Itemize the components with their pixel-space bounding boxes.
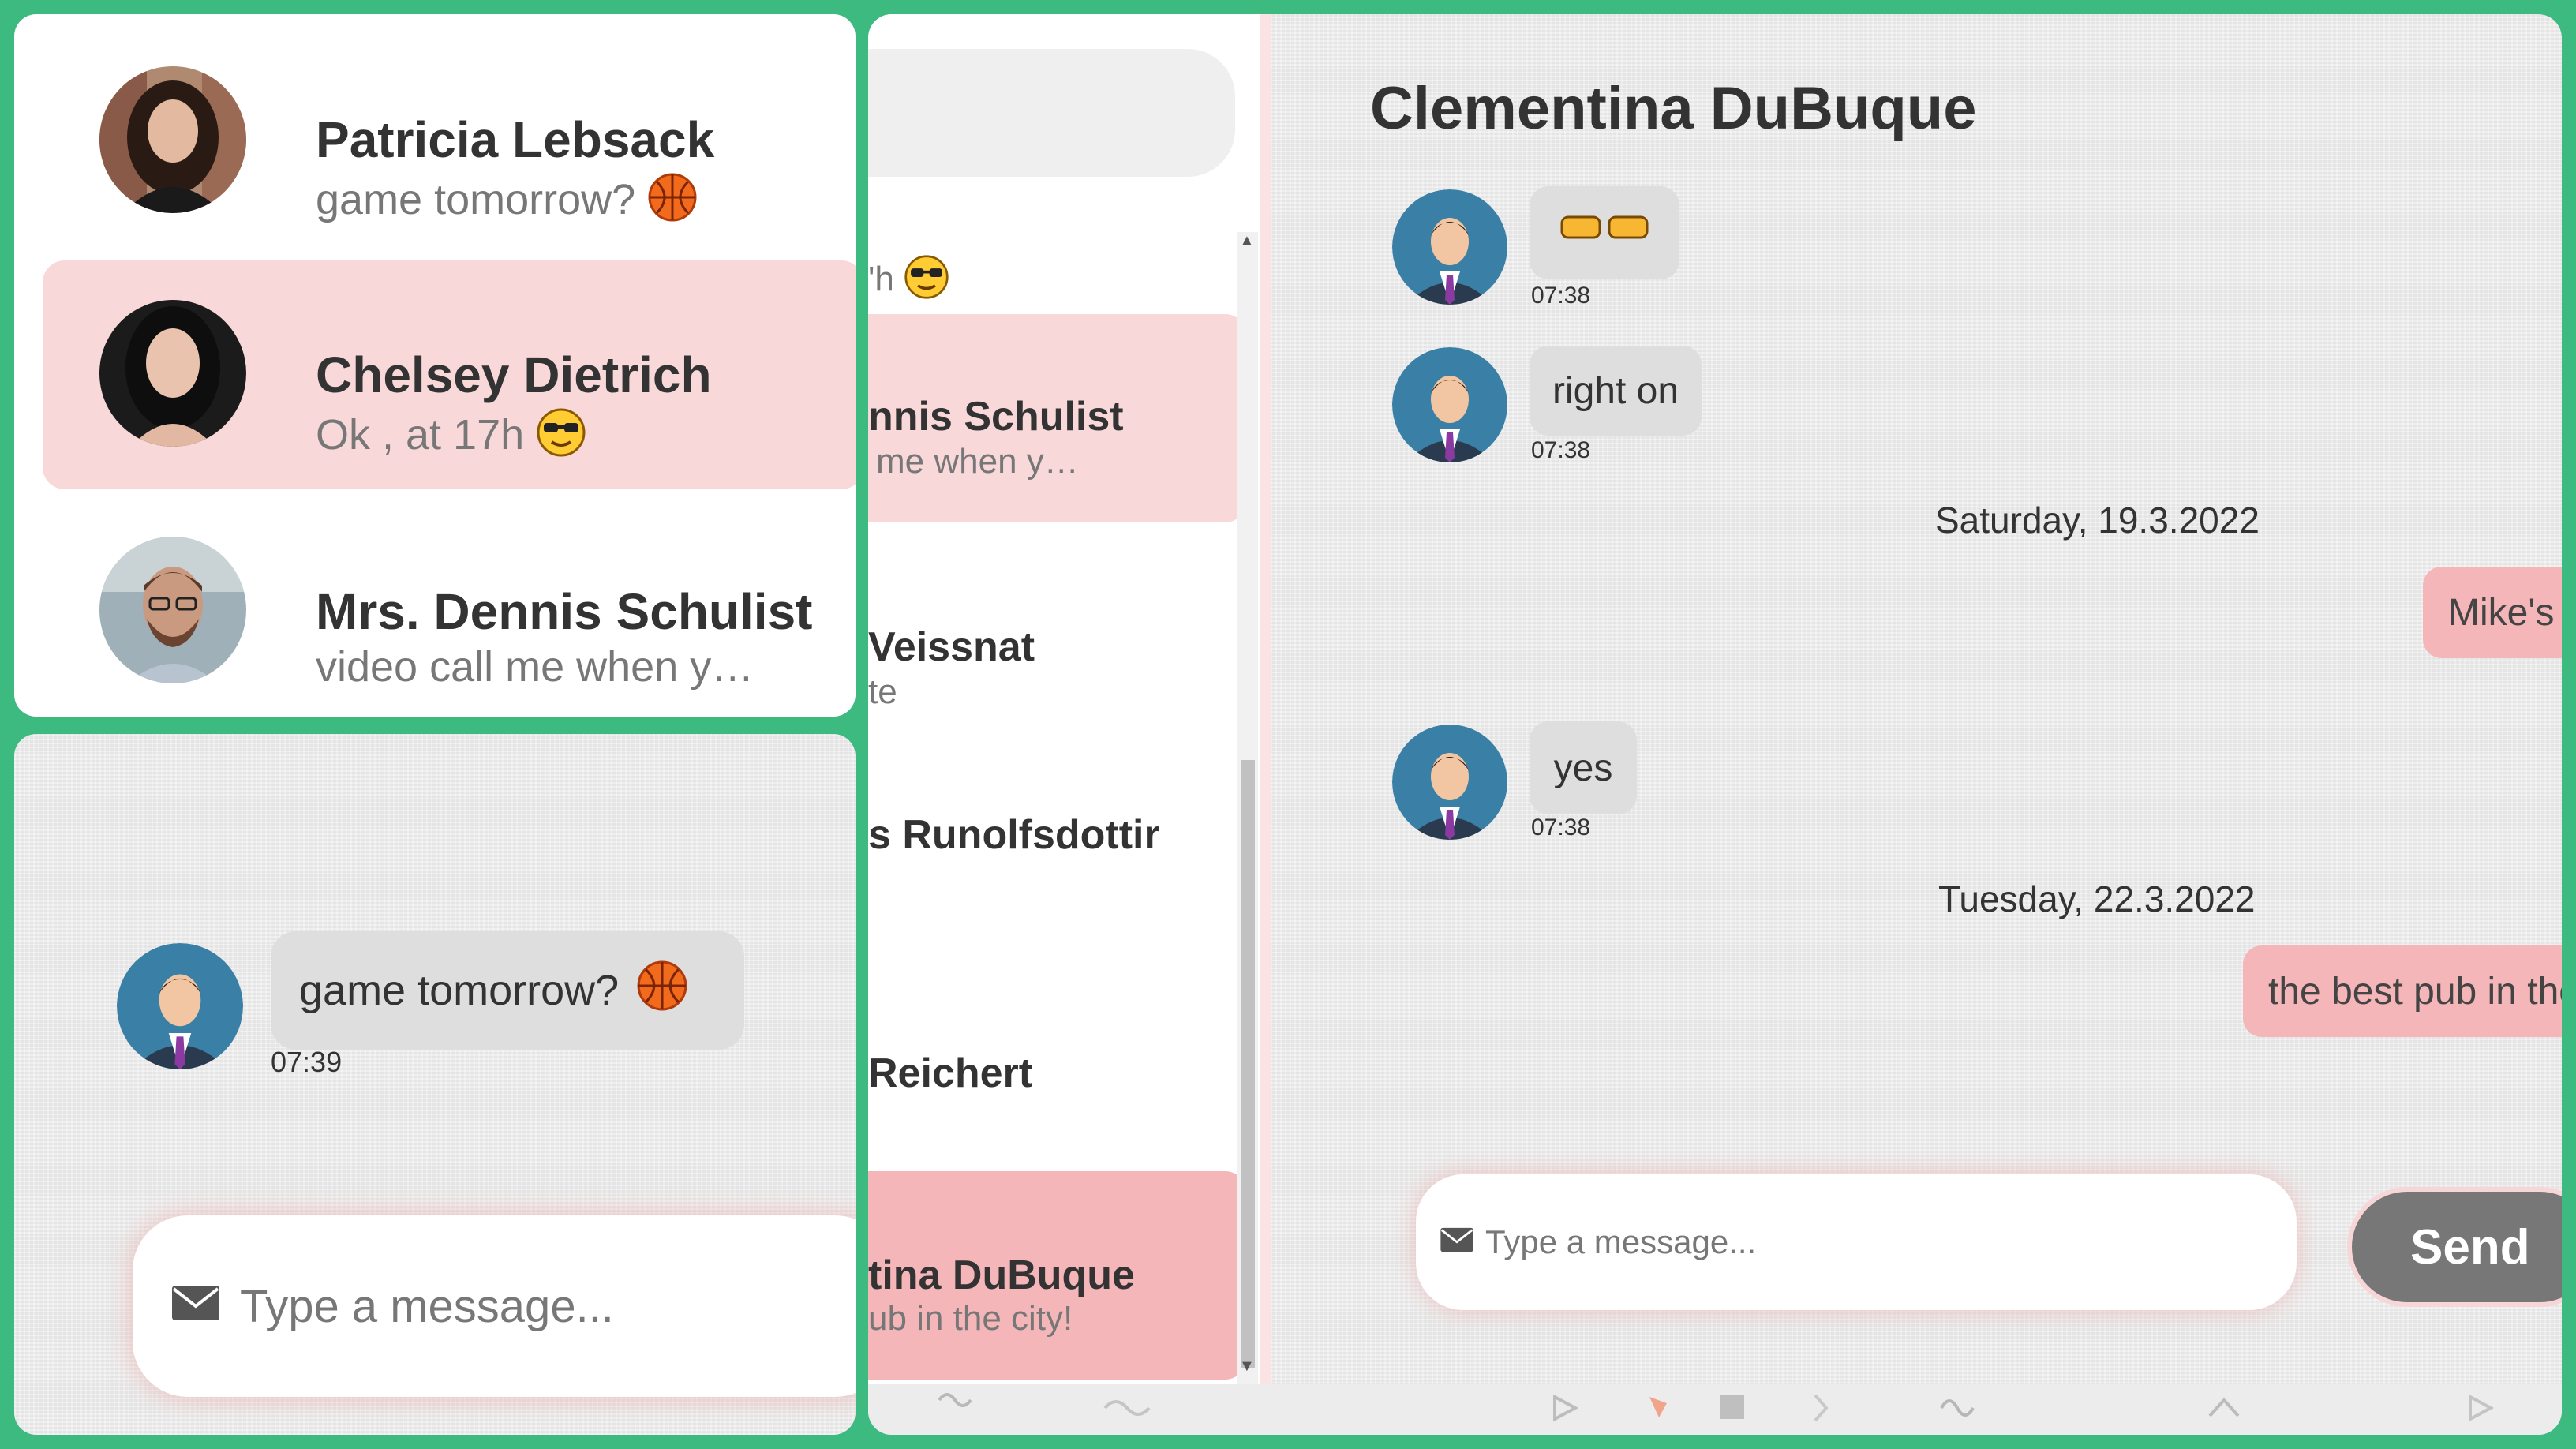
contact-name: Mrs. Dennis Schulist bbox=[316, 583, 813, 640]
envelope-icon bbox=[170, 1280, 221, 1333]
contact-name: Veissnat bbox=[868, 624, 1035, 670]
sunglasses-face-icon bbox=[904, 254, 949, 309]
contact-avatar bbox=[117, 943, 243, 1069]
contact-name: nnis Schulist bbox=[868, 394, 1124, 440]
contact-item[interactable]: s Runolfsdottir bbox=[868, 772, 1247, 980]
chat-app-window: 'h nnis Schulist me when y… Veissnat te … bbox=[868, 14, 2562, 1435]
conversation-closeup: game tomorrow? 07:39 Type a message... bbox=[14, 734, 856, 1435]
message-time: 07:38 bbox=[1531, 283, 1591, 309]
sunglasses-face-icon bbox=[536, 407, 586, 468]
contact-avatar bbox=[1392, 347, 1507, 462]
message-time: 07:38 bbox=[1531, 437, 1591, 463]
doodle-pattern bbox=[868, 1384, 2562, 1435]
basketball-icon bbox=[647, 172, 698, 233]
message-bubble-outgoing: the best pub in the bbox=[2243, 945, 2562, 1037]
contact-preview: 'h bbox=[868, 254, 949, 309]
envelope-icon bbox=[1440, 1223, 1474, 1261]
scroll-up-icon[interactable]: ▲ bbox=[1239, 232, 1255, 250]
scrollbar-thumb[interactable] bbox=[1241, 760, 1255, 1368]
basketball-icon bbox=[636, 960, 688, 1022]
conversation-title: Clementina DuBuque bbox=[1370, 75, 1977, 142]
date-separator: Saturday, 19.3.2022 bbox=[1935, 500, 2260, 541]
contact-item-patricia[interactable]: Patricia Lebsack game tomorrow? bbox=[43, 14, 856, 243]
contact-name: Patricia Lebsack bbox=[316, 111, 715, 168]
date-separator: Tuesday, 22.3.2022 bbox=[1938, 878, 2256, 919]
send-button[interactable]: Send bbox=[2347, 1187, 2562, 1307]
message-input[interactable]: Type a message... bbox=[1416, 1174, 2297, 1310]
contact-preview: ub in the city! bbox=[868, 1299, 1073, 1338]
message-bubble bbox=[1530, 186, 1679, 279]
contact-list-closeup: Patricia Lebsack game tomorrow? Chelsey … bbox=[14, 14, 856, 717]
avatar-chelsey bbox=[99, 300, 246, 447]
contact-item-dennis[interactable]: Mrs. Dennis Schulist video call me when … bbox=[43, 496, 856, 717]
contact-item-active[interactable]: tina DuBuque ub in the city! bbox=[868, 1171, 1247, 1380]
contact-preview: te bbox=[868, 672, 897, 711]
contact-item[interactable]: nnis Schulist me when y… bbox=[868, 314, 1247, 522]
contact-avatar bbox=[1392, 189, 1507, 305]
avatar-dennis bbox=[99, 537, 246, 683]
message-bubble: yes bbox=[1530, 721, 1637, 814]
contact-name: Reichert bbox=[868, 1050, 1033, 1096]
search-input[interactable] bbox=[868, 49, 1235, 177]
contact-preview: me when y… bbox=[876, 442, 1079, 481]
message-bubble-outgoing: Mike's bbox=[2423, 567, 2562, 658]
contact-name: tina DuBuque bbox=[868, 1252, 1135, 1298]
message-time: 07:38 bbox=[1531, 814, 1591, 841]
message-input[interactable]: Type a message... bbox=[133, 1215, 856, 1397]
contact-item-chelsey[interactable]: Chelsey Dietrich Ok , at 17h bbox=[43, 260, 856, 489]
avatar-patricia bbox=[99, 66, 246, 213]
contact-item[interactable]: 'h bbox=[868, 210, 1247, 328]
message-bubble: right on bbox=[1530, 346, 1702, 436]
contact-name: Chelsey Dietrich bbox=[316, 346, 712, 403]
contact-preview: video call me when y… bbox=[316, 643, 754, 691]
contact-name: s Runolfsdottir bbox=[868, 812, 1160, 858]
message-time: 07:39 bbox=[271, 1046, 343, 1078]
contact-avatar bbox=[1392, 724, 1507, 840]
contact-preview: game tomorrow? bbox=[316, 172, 698, 233]
scroll-down-icon[interactable]: ▼ bbox=[1239, 1357, 1255, 1376]
message-bubble: game tomorrow? bbox=[271, 931, 744, 1050]
contact-item[interactable]: Veissnat te bbox=[868, 535, 1247, 743]
contact-preview: Ok , at 17h bbox=[316, 407, 586, 468]
fist-bump-icon bbox=[1557, 211, 1652, 255]
contact-sidebar: 'h nnis Schulist me when y… Veissnat te … bbox=[868, 14, 1271, 1384]
